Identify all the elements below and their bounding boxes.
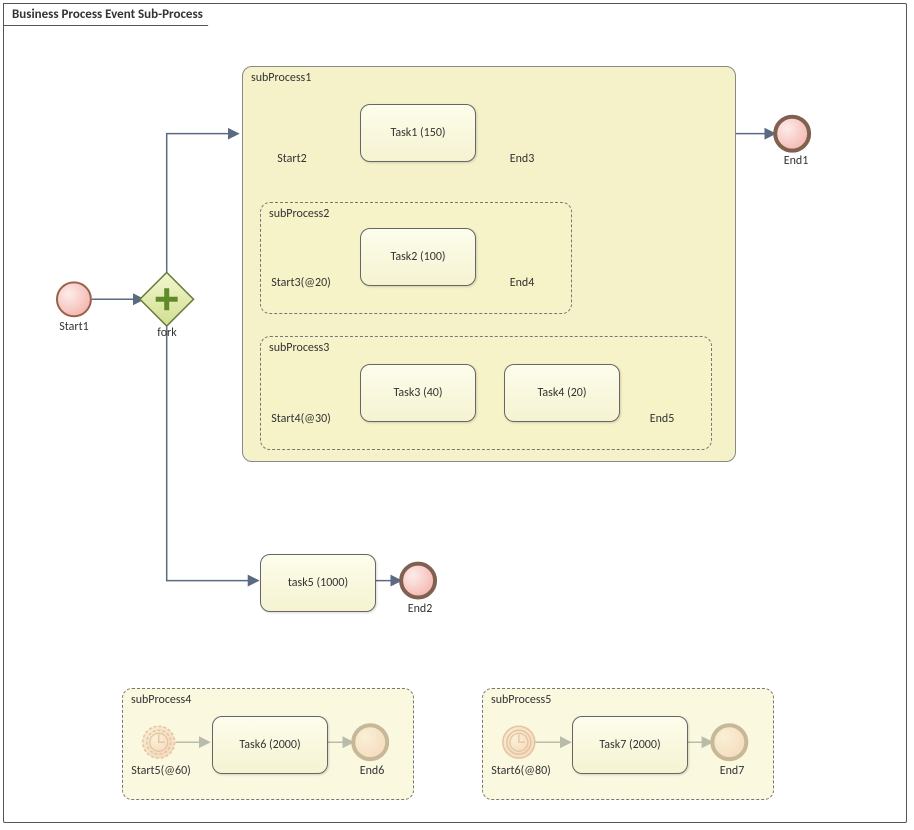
event-label: Start4(@30) [266,412,336,426]
event-label: End7 [714,764,750,778]
event-label: Start3(@20) [266,276,336,290]
event-label: End3 [504,152,540,166]
event-label: End5 [644,412,680,426]
task-node[interactable]: task5 (1000) [260,554,376,612]
task-node[interactable]: Task4 (20) [504,364,620,422]
task-node[interactable]: Task6 (2000) [212,716,328,774]
subprocess-label: subProcess4 [131,693,191,707]
subprocess-label: subProcess5 [491,693,551,707]
end-event-icon [401,564,435,598]
subprocess-label: subProcess2 [269,207,329,221]
task-node[interactable]: Task7 (2000) [572,716,688,774]
subprocess-container[interactable]: subProcess3 [260,336,712,450]
subprocess-label: subProcess3 [269,341,329,355]
gateway-label: fork [152,326,182,340]
event-label: Start6(@80) [486,764,556,778]
event-label: End1 [776,154,816,168]
task-node[interactable]: Task2 (100) [360,228,476,286]
event-label: Start5(@60) [126,764,196,778]
start-event-icon [57,282,91,316]
task-node[interactable]: Task1 (150) [360,104,476,162]
subprocess-label: subProcess1 [251,71,311,85]
event-label: Start1 [54,320,94,334]
task-node[interactable]: Task3 (40) [360,364,476,422]
gateway-parallel-icon [140,272,194,326]
event-label: End4 [504,276,540,290]
event-label: End6 [354,764,390,778]
diagram-frame: Business Process Event Sub-Process [3,3,907,823]
event-label: Start2 [272,152,312,166]
end-event-icon [775,117,809,151]
event-label: End2 [402,602,438,616]
